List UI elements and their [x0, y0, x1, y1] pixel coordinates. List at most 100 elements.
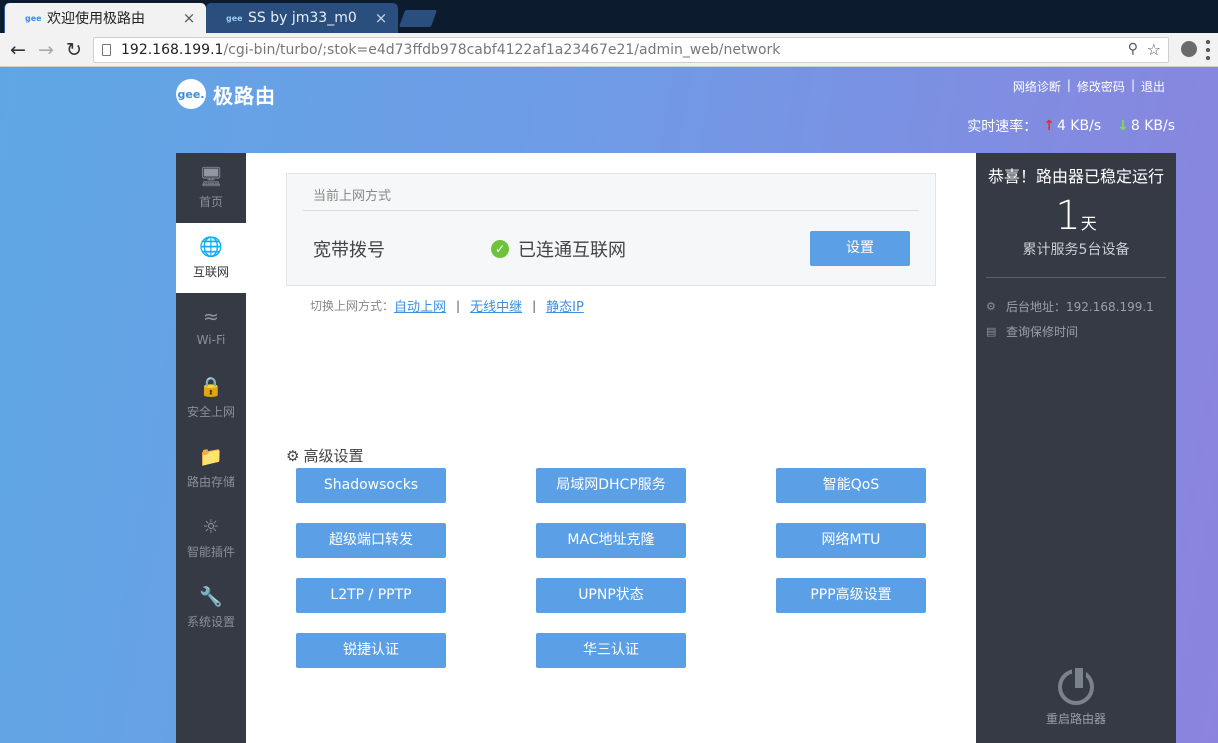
browser-toolbar: ← → ↻ 192.168.199.1/cgi-bin/turbo/;stok=… [0, 33, 1218, 67]
address-bar[interactable]: 192.168.199.1/cgi-bin/turbo/;stok=e4d73f… [93, 37, 1169, 63]
upload-speed: 4 KB/s [1056, 118, 1102, 134]
download-speed: 8 KB/s [1130, 118, 1175, 134]
logo[interactable]: gee. 极路由 [176, 79, 276, 109]
key-icon[interactable]: ⚲ [1128, 41, 1138, 57]
port-forward-button[interactable]: 超级端口转发 [296, 523, 446, 558]
download-arrow-icon: ↓ [1117, 118, 1129, 134]
ruijie-auth-button[interactable]: 锐捷认证 [296, 633, 446, 668]
realtime-speed: 实时速率： ↑ 4 KB/s ↓ 8 KB/s [967, 116, 1175, 136]
static-ip-link[interactable]: 静态IP [546, 296, 584, 315]
sidebar-item-label: 路由存储 [186, 475, 235, 489]
sidebar-item-internet[interactable]: 🌐 互联网 [176, 223, 246, 293]
sidebar-item-label: 首页 [198, 195, 223, 209]
browser-tabstrip: gee 欢迎使用极路由 × gee SS by jm33_m0 × [0, 0, 1218, 33]
menu-icon[interactable] [1206, 40, 1210, 60]
brand-name: 极路由 [213, 83, 276, 108]
ppp-advanced-button[interactable]: PPP高级设置 [776, 578, 926, 613]
browser-tab-inactive[interactable]: gee SS by jm33_m0 × [206, 3, 398, 33]
uptime-message: 恭喜！路由器已稳定运行 [987, 167, 1164, 186]
folder-icon: 📁 [199, 446, 223, 468]
sidebar-item-wifi[interactable]: ≈ Wi-Fi [176, 293, 246, 363]
switch-label: 切换上网方式： [310, 299, 395, 313]
lock-icon: 🔒 [199, 376, 223, 398]
url-text[interactable]: 192.168.199.1/cgi-bin/turbo/;stok=e4d73f… [121, 42, 780, 58]
tab-title: SS by jm33_m0 [248, 10, 357, 26]
connection-heading: 当前上网方式 [313, 189, 392, 204]
sidebar-item-label: 智能插件 [186, 545, 235, 559]
uptime-days-unit: 天 [1080, 214, 1097, 233]
power-icon[interactable] [1058, 665, 1094, 705]
warranty-text[interactable]: 查询保修时间 [1006, 323, 1078, 340]
sidebar-item-label: 安全上网 [186, 405, 235, 419]
gear-icon: ⚙ [986, 300, 996, 313]
sidebar-item-label: 互联网 [192, 265, 229, 279]
extension-icon[interactable] [1181, 41, 1197, 57]
device-count: 累计服务5台设备 [1022, 242, 1130, 258]
connection-status-text: 已连通互联网 [518, 240, 626, 261]
shadowsocks-button[interactable]: Shadowsocks [296, 468, 446, 503]
calendar-icon: ▤ [986, 325, 997, 338]
wireless-repeater-link[interactable]: 无线中继 [470, 296, 522, 315]
network-diagnose-link[interactable]: 网络诊断 [1007, 78, 1067, 95]
monitor-icon: 🖥 [198, 166, 224, 188]
change-password-link[interactable]: 修改密码 [1071, 78, 1131, 95]
check-icon: ✓ [491, 240, 509, 258]
tab-close-icon[interactable]: × [182, 9, 196, 27]
settings-button[interactable]: 设置 [810, 231, 910, 266]
router-admin-page: gee. 极路由 网络诊断 | 修改密码 | 退出 实时速率： ↑ 4 KB/s… [0, 67, 1218, 743]
backend-address: ⚙ 后台地址：192.168.199.1 [986, 298, 1154, 315]
uptime-days: 1天 [976, 193, 1176, 239]
reboot-label[interactable]: 重启路由器 [976, 710, 1176, 727]
sidebar-item-plugins[interactable]: ☼ 智能插件 [176, 503, 246, 573]
l2tp-pptp-button[interactable]: L2TP / PPTP [296, 578, 446, 613]
gee-favicon-icon: gee [226, 13, 243, 23]
forward-arrow-icon[interactable]: → [34, 38, 58, 62]
h3c-auth-button[interactable]: 华三认证 [536, 633, 686, 668]
switch-mode-row: 切换上网方式： 自动上网 | 无线中继 | 静态IP [310, 296, 584, 316]
tab-title: 欢迎使用极路由 [47, 11, 145, 27]
uptime-days-number: 1 [1055, 193, 1081, 239]
advanced-settings-title: ⚙ 高级设置 [286, 445, 363, 466]
star-icon[interactable]: ☆ [1147, 40, 1161, 59]
connection-box: 当前上网方式 宽带拨号 ✓ 已连通互联网 设置 [286, 173, 936, 286]
sidebar-item-label: 系统设置 [186, 615, 235, 629]
gee-favicon-icon: gee [25, 13, 42, 23]
mtu-button[interactable]: 网络MTU [776, 523, 926, 558]
sidebar-nav: 🖥 首页 🌐 互联网 ≈ Wi-Fi 🔒 安全上网 📁 路由存储 ☼ 智能插件 … [176, 153, 246, 743]
back-arrow-icon[interactable]: ← [6, 38, 30, 62]
logout-link[interactable]: 退出 [1135, 78, 1171, 95]
new-tab-button[interactable] [398, 10, 438, 27]
qos-button[interactable]: 智能QoS [776, 468, 926, 503]
dhcp-button[interactable]: 局域网DHCP服务 [536, 468, 686, 503]
browser-tab-active[interactable]: gee 欢迎使用极路由 × [4, 3, 206, 33]
speed-label: 实时速率： [967, 119, 1038, 135]
wrench-icon: 🔧 [199, 586, 223, 608]
sidebar-item-label: Wi-Fi [196, 333, 226, 347]
reload-icon[interactable]: ↻ [62, 38, 86, 62]
link-separator: | [532, 298, 537, 313]
connection-status: ✓ 已连通互联网 [491, 236, 626, 262]
warranty-query[interactable]: ▤ 查询保修时间 [986, 323, 1078, 340]
auto-connect-link[interactable]: 自动上网 [394, 296, 446, 315]
header-links: 网络诊断 | 修改密码 | 退出 [1007, 78, 1171, 95]
advanced-title-text: 高级设置 [303, 447, 364, 465]
gear-icon: ⚙ [286, 446, 300, 465]
status-panel: 恭喜！路由器已稳定运行 1天 累计服务5台设备 ⚙ 后台地址：192.168.1… [976, 153, 1176, 743]
sidebar-item-system[interactable]: 🔧 系统设置 [176, 573, 246, 643]
tab-close-icon[interactable]: × [374, 9, 388, 27]
mac-clone-button[interactable]: MAC地址克隆 [536, 523, 686, 558]
upnp-button[interactable]: UPNP状态 [536, 578, 686, 613]
bulb-icon: ☼ [202, 516, 220, 538]
sidebar-item-storage[interactable]: 📁 路由存储 [176, 433, 246, 503]
sidebar-item-home[interactable]: 🖥 首页 [176, 153, 246, 223]
sidebar-item-security[interactable]: 🔒 安全上网 [176, 363, 246, 433]
globe-icon: 🌐 [199, 236, 223, 258]
link-separator: | [456, 298, 461, 313]
page-icon [102, 44, 111, 56]
gee-logo-icon: gee. [176, 79, 206, 109]
backend-address-text: 后台地址：192.168.199.1 [1006, 300, 1154, 314]
divider [303, 210, 919, 211]
divider [986, 277, 1166, 278]
upload-arrow-icon: ↑ [1043, 118, 1055, 134]
wifi-icon: ≈ [203, 306, 219, 328]
